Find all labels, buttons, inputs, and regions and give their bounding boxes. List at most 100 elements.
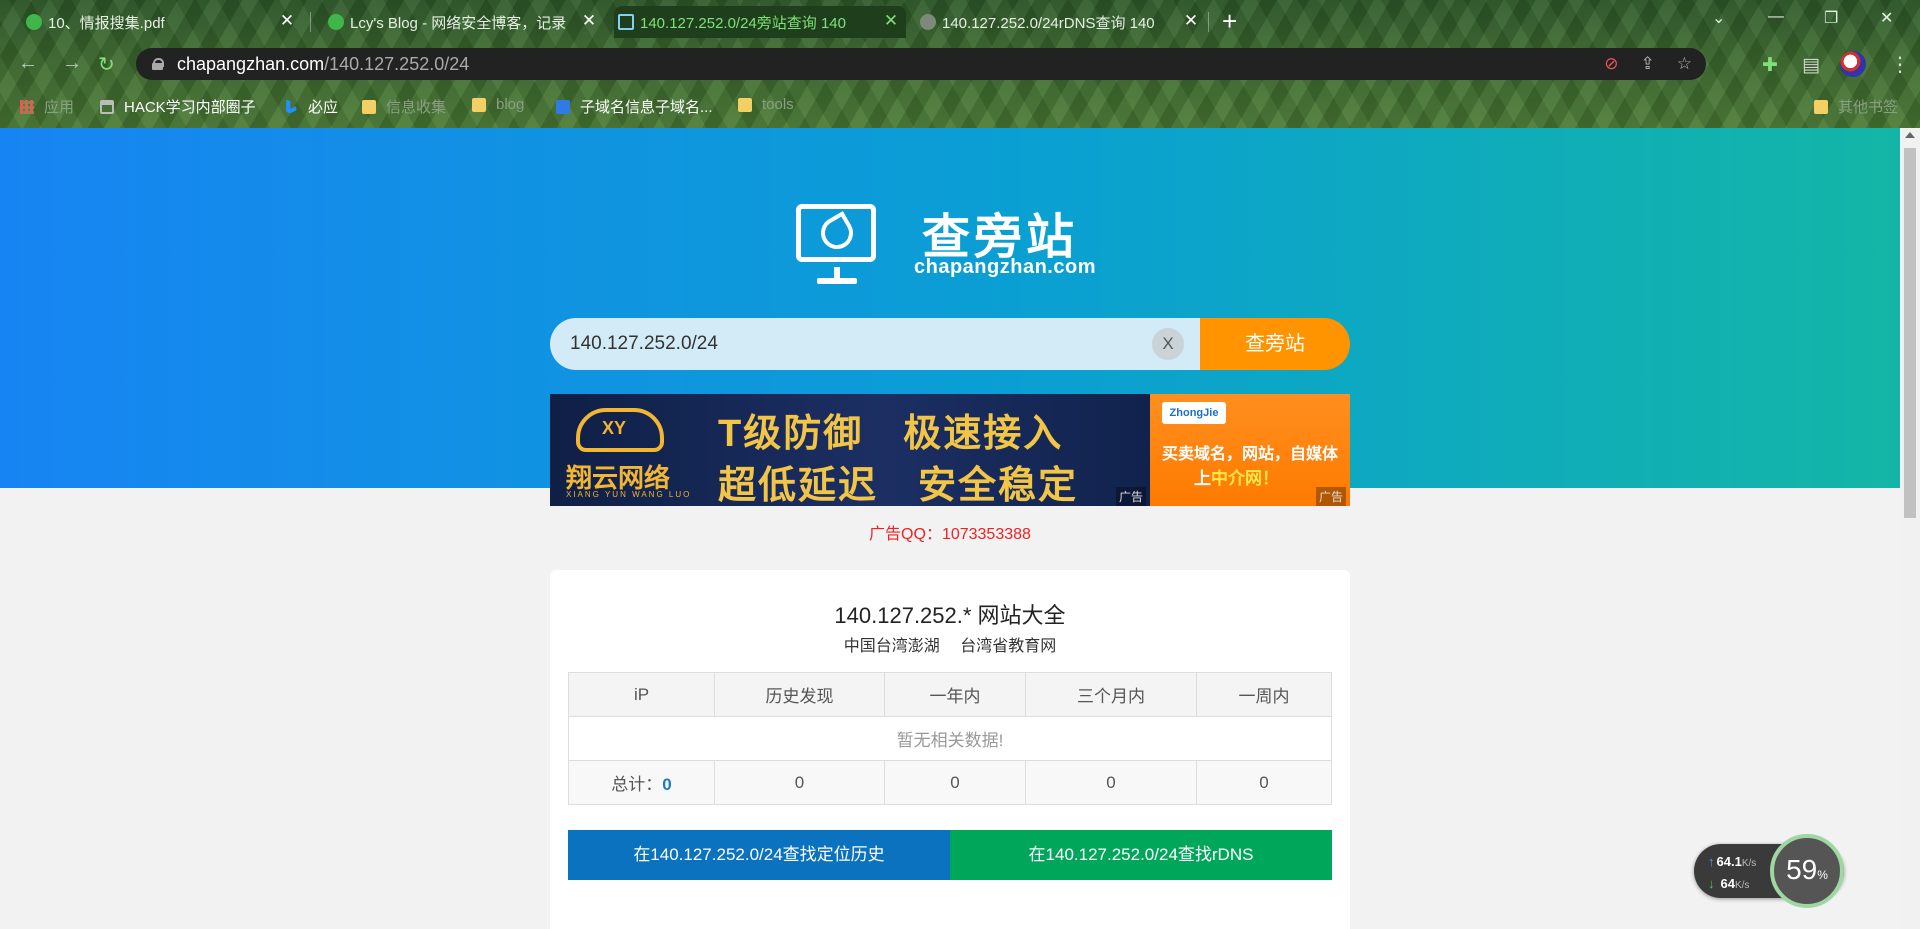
reading-list-icon[interactable]: ▤	[1802, 54, 1820, 77]
result-card: 140.127.252.* 网站大全 中国台湾澎湖 台湾省教育网 iP 历史发现…	[550, 570, 1350, 929]
column-header: 一年内	[884, 672, 1026, 717]
bookmark-folder-tools[interactable]: tools	[738, 96, 794, 113]
browser-chrome: 10、情报搜集.pdf ✕ Lcy's Blog - 网络安全博客，记录 ✕ 1…	[0, 0, 1920, 128]
globe-icon	[328, 14, 344, 30]
tab-pdf[interactable]: 10、情报搜集.pdf ✕	[22, 6, 302, 38]
ad-tag: 广告	[1115, 487, 1146, 506]
stats-table: iP 历史发现 一年内 三个月内 一周内 暂无相关数据! 总计：0 0 0 0 …	[568, 672, 1332, 805]
window-close-icon[interactable]: ✕	[1880, 8, 1893, 28]
close-icon[interactable]: ✕	[1182, 12, 1200, 30]
dns-icon	[920, 14, 936, 30]
bookmark-hack[interactable]: HACK学习内部圈子	[100, 96, 256, 117]
ad-banner-zhongjie[interactable]: ZhongJie 买卖域名，网站，自媒体 上中介网！ 广告	[1150, 394, 1350, 506]
close-icon[interactable]: ✕	[882, 12, 900, 30]
bookmark-subdomain[interactable]: 子域名信息子域名...	[556, 96, 713, 117]
clear-button[interactable]: X	[1152, 328, 1184, 360]
ad-line-1: 买卖域名，网站，自媒体	[1162, 446, 1339, 463]
search-input[interactable]	[550, 318, 1200, 370]
network-text: 台湾省教育网	[960, 638, 1057, 655]
column-header: 三个月内	[1025, 672, 1197, 717]
omnibox-actions: ⊘ ⇪ ☆	[1604, 54, 1692, 74]
scroll-thumb[interactable]	[1904, 148, 1916, 518]
column-header: 历史发现	[714, 672, 885, 717]
url-text: chapangzhan.com/140.127.252.0/24	[177, 53, 470, 74]
tab-rdns[interactable]: 140.127.252.0/24rDNS查询 140 ✕	[916, 6, 1206, 38]
monitor-logo-icon	[796, 204, 876, 262]
ad-line-2: 上中介网！	[1194, 469, 1279, 488]
scroll-up-arrow-icon[interactable]	[1905, 132, 1915, 138]
forward-icon[interactable]: →	[62, 52, 82, 75]
result-title: 140.127.252.* 网站大全	[834, 603, 1066, 628]
new-tab-icon[interactable]: +	[1222, 8, 1237, 34]
ad-line-2: 超低延迟 安全稳定	[718, 465, 1079, 506]
count-cell: 0	[714, 760, 885, 805]
bookmark-bing[interactable]: 必应	[284, 96, 338, 117]
rdns-lookup-button[interactable]: 在140.127.252.0/24查找rDNS	[950, 830, 1332, 880]
column-header: iP	[568, 672, 715, 717]
search-form: X 查旁站	[550, 318, 1350, 370]
logo-letters: XY	[602, 418, 627, 438]
ad-contact: 广告QQ：1073353388	[869, 526, 1031, 543]
close-icon[interactable]: ✕	[278, 12, 296, 30]
address-bar[interactable]: chapangzhan.com/140.127.252.0/24 ⊘ ⇪ ☆	[136, 48, 1706, 80]
chevron-down-icon[interactable]: ⌄	[1712, 8, 1725, 28]
tab-separator	[310, 12, 311, 32]
total-cell: 总计：0	[568, 760, 715, 805]
avatar[interactable]	[1840, 51, 1866, 77]
bing-icon	[286, 99, 297, 114]
restore-icon[interactable]: ❐	[1824, 8, 1838, 28]
tab-strip: 10、情报搜集.pdf ✕ Lcy's Blog - 网络安全博客，记录 ✕ 1…	[0, 0, 1920, 44]
page-content: 查旁站 chapangzhan.com X 查旁站 XY 翔云网络 XIANG …	[0, 128, 1900, 929]
minimize-icon[interactable]: —	[1768, 8, 1784, 26]
ad-logo: ZhongJie	[1162, 402, 1226, 424]
count-cell: 0	[884, 760, 1026, 805]
star-icon[interactable]: ☆	[1677, 54, 1692, 74]
empty-message: 暂无相关数据!	[568, 716, 1332, 761]
upload-arrow-icon: ↑	[1708, 854, 1715, 869]
download-arrow-icon: ↓	[1708, 876, 1715, 891]
bookmark-apps[interactable]: 应用	[20, 96, 74, 117]
folder-icon	[472, 97, 486, 112]
usage-percent: 59%	[1786, 854, 1828, 885]
logo-base	[817, 278, 857, 284]
back-icon[interactable]: ←	[18, 52, 38, 75]
extensions-icon[interactable]: ✚	[1762, 54, 1778, 77]
result-location: 中国台湾澎湖 台湾省教育网	[550, 632, 1350, 656]
folder-icon	[362, 99, 376, 114]
scrollbar[interactable]	[1900, 128, 1920, 929]
bookmark-folder-info[interactable]: 信息收集	[362, 96, 446, 117]
tab-title: Lcy's Blog - 网络安全博客，记录	[350, 14, 567, 32]
table-total-row: 总计：0 0 0 0 0	[568, 760, 1332, 805]
globe-icon	[26, 14, 42, 30]
download-speed: ↓ 64K/s	[1708, 876, 1750, 891]
share-icon[interactable]: ⇪	[1641, 54, 1655, 74]
usage-gauge[interactable]: 59%	[1770, 834, 1844, 908]
apps-icon	[20, 99, 34, 114]
site-logo-domain[interactable]: chapangzhan.com	[914, 256, 1096, 279]
search-button[interactable]: 查旁站	[1200, 318, 1350, 370]
close-icon[interactable]: ✕	[580, 12, 598, 30]
location-text: 中国台湾澎湖	[843, 638, 940, 655]
monitor-icon	[618, 14, 634, 30]
reload-icon[interactable]: ↻	[98, 52, 115, 77]
count-cell: 0	[1025, 760, 1197, 805]
location-blocked-icon[interactable]: ⊘	[1604, 54, 1618, 74]
tab-title: 140.127.252.0/24rDNS查询 140	[942, 14, 1155, 32]
tab-blog[interactable]: Lcy's Blog - 网络安全博客，记录 ✕	[324, 6, 604, 38]
tab-chapangzhan[interactable]: 140.127.252.0/24旁站查询 140 ✕	[614, 6, 906, 38]
location-history-button[interactable]: 在140.127.252.0/24查找定位历史	[568, 830, 950, 880]
bookmark-other[interactable]: 其他书签	[1814, 96, 1898, 117]
leaf-icon	[815, 211, 859, 255]
folder-icon	[1814, 99, 1828, 114]
bookmark-icon	[100, 99, 114, 114]
column-header: 一周内	[1196, 672, 1332, 717]
table-header-row: iP 历史发现 一年内 三个月内 一周内	[568, 672, 1332, 717]
tab-title: 10、情报搜集.pdf	[48, 14, 165, 32]
lock-icon	[152, 58, 164, 70]
document-icon	[556, 99, 570, 114]
menu-icon[interactable]: ⋮	[1890, 52, 1910, 77]
ad-banner-xiangyun[interactable]: XY 翔云网络 XIANG YUN WANG LUO T级防御 极速接入 超低延…	[550, 394, 1150, 506]
folder-icon	[738, 97, 752, 112]
bookmark-folder-blog[interactable]: blog	[472, 96, 524, 113]
bookmarks-bar: 应用 HACK学习内部圈子 必应 信息收集 blog 子域名信息子域名... t…	[0, 92, 1920, 120]
